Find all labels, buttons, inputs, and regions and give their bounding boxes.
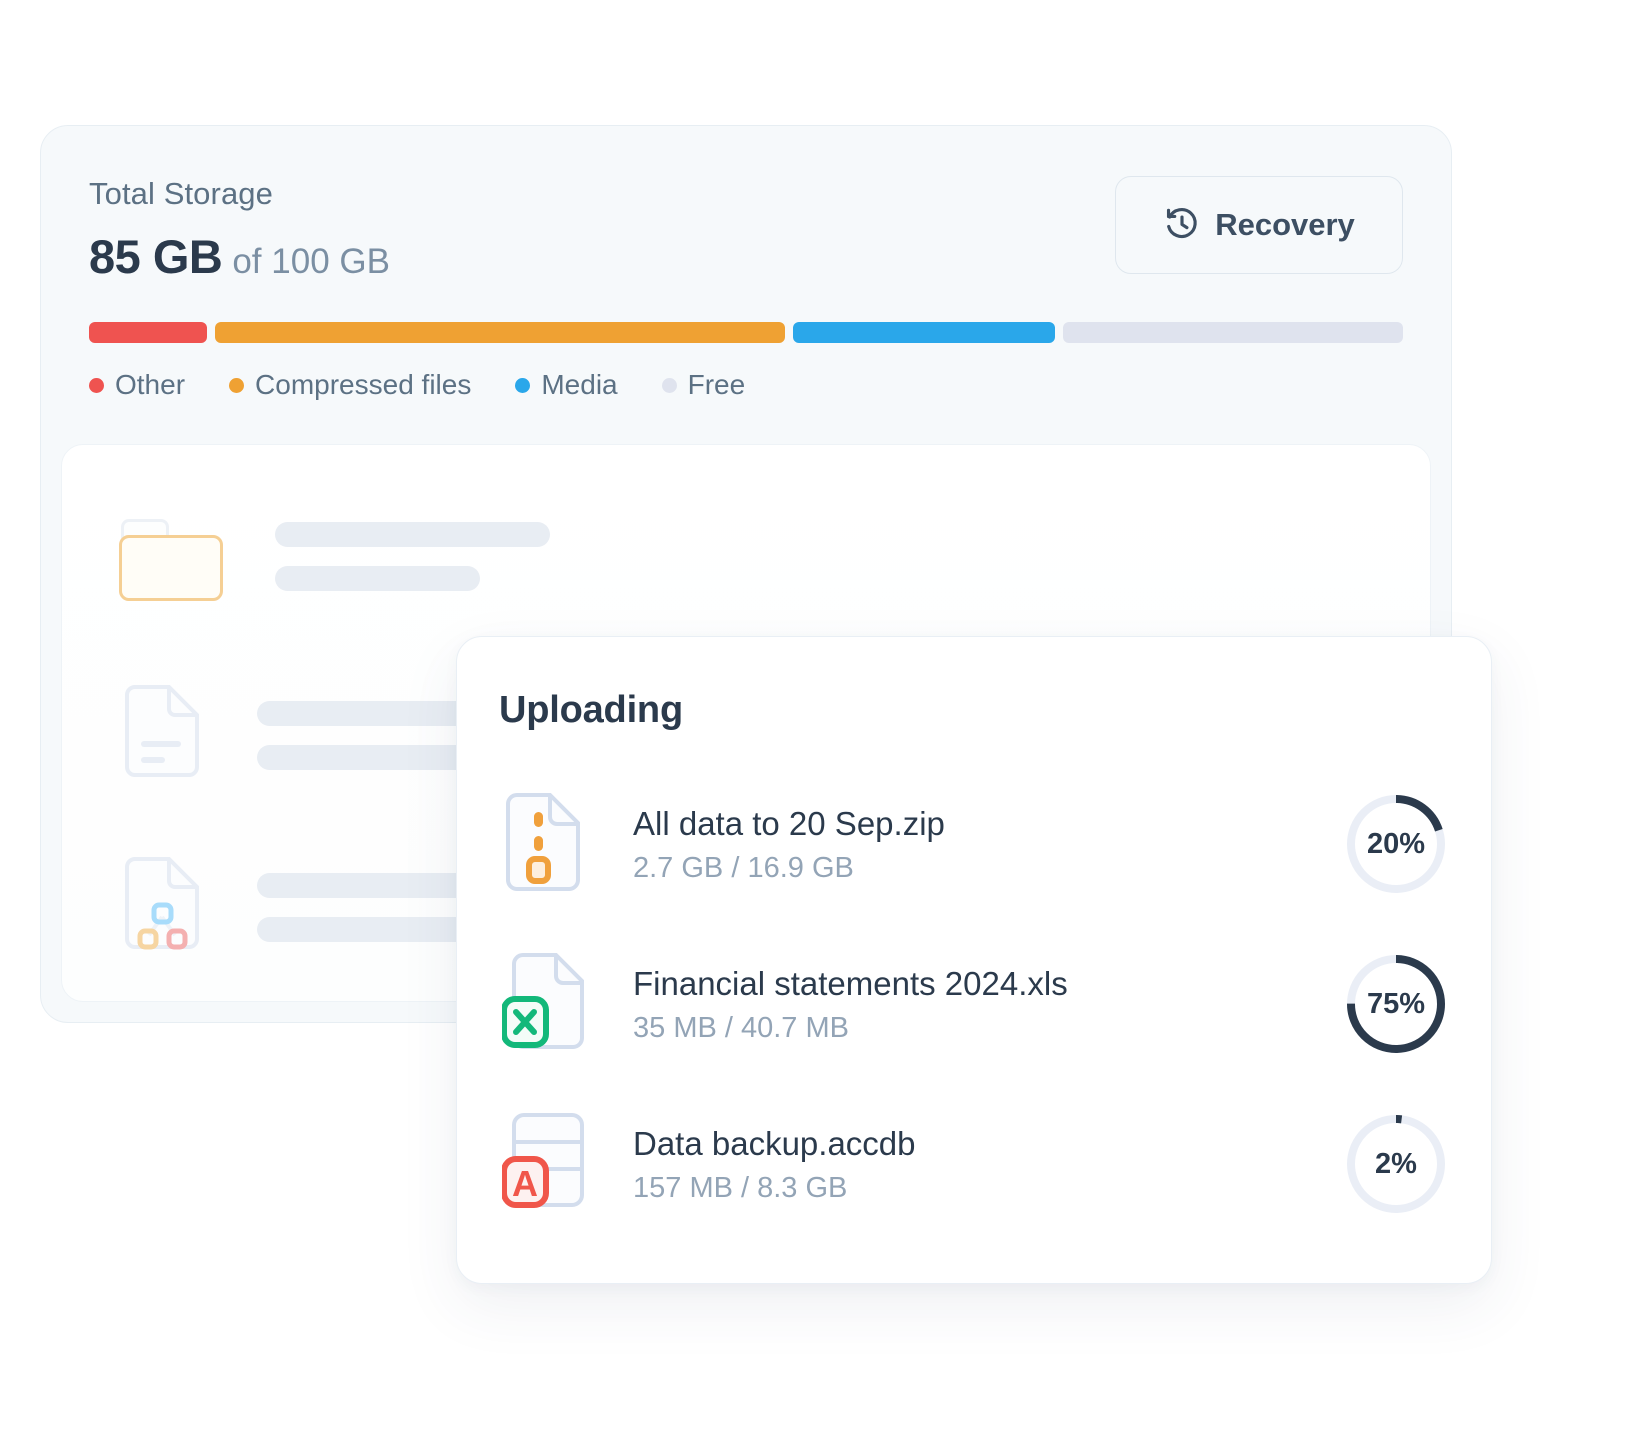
uploading-title: Uploading: [499, 689, 683, 731]
file-name: Data backup.accdb: [633, 1124, 916, 1162]
app-root: Total Storage 85 GB of 100 GB Recovery O…: [0, 0, 1644, 1452]
uploading-file-list: All data to 20 Sep.zip 2.7 GB / 16.9 GB 20…: [457, 764, 1491, 1244]
file-icon-container: [499, 952, 587, 1057]
file-meta: Financial statements 2024.xls 35 MB / 40.…: [633, 963, 1343, 1045]
usage-bar-segment: [1062, 322, 1403, 343]
file-name: All data to 20 Sep.zip: [633, 804, 945, 842]
storage-used-value: 85 GB: [89, 230, 223, 283]
legend-color-dot: [515, 377, 531, 393]
file-name: Financial statements 2024.xls: [633, 964, 1068, 1002]
storage-card-header: Total Storage 85 GB of 100 GB Recovery: [41, 126, 1451, 284]
placeholder-line: [275, 565, 480, 591]
text-document-icon: [119, 683, 205, 787]
progress-percent-label: 20%: [1366, 827, 1426, 860]
list-item[interactable]: [119, 683, 502, 787]
file-meta: Data backup.accdb 157 MB / 8.3 GB: [633, 1123, 1343, 1205]
legend-item: Media: [515, 369, 618, 401]
legend-item: Free: [661, 369, 746, 401]
list-item[interactable]: [119, 855, 507, 959]
legend-color-dot: [661, 377, 677, 393]
excel-file-icon: [501, 952, 584, 1057]
upload-file-row[interactable]: All data to 20 Sep.zip 2.7 GB / 16.9 GB 20…: [457, 764, 1491, 924]
upload-file-row[interactable]: A Data backup.accdb 157 MB / 8.3 GB 2%: [457, 1084, 1491, 1244]
storage-usage-bar: [89, 322, 1403, 343]
zip-file-icon: [502, 792, 584, 897]
legend-item: Other: [89, 369, 185, 401]
placeholder-line: [275, 521, 550, 547]
upload-file-row[interactable]: Financial statements 2024.xls 35 MB / 40.…: [457, 924, 1491, 1084]
placeholder-text-lines: [275, 521, 550, 591]
access-database-file-icon: A: [501, 1112, 584, 1217]
file-size: 2.7 GB / 16.9 GB: [633, 852, 854, 885]
file-icon-container: [499, 792, 587, 897]
uploading-panel: Uploading All data to 20 Sep.zip 2.7 GB /…: [456, 636, 1492, 1284]
recovery-button[interactable]: Recovery: [1115, 176, 1403, 274]
folder-icon: [119, 511, 223, 601]
legend-label: Compressed files: [255, 369, 472, 400]
structured-data-file-icon: [119, 855, 205, 959]
usage-bar-segment: [89, 322, 207, 343]
progress-percent-label: 75%: [1366, 987, 1426, 1020]
upload-progress-ring: 20%: [1343, 791, 1449, 897]
svg-text:A: A: [512, 1163, 538, 1204]
storage-total-value: of 100 GB: [232, 242, 390, 281]
storage-legend: Other Compressed files Media Free: [89, 369, 1403, 401]
file-meta: All data to 20 Sep.zip 2.7 GB / 16.9 GB: [633, 803, 1343, 885]
legend-label: Free: [687, 369, 746, 400]
usage-bar-segment: [214, 322, 785, 343]
progress-percent-label: 2%: [1375, 1147, 1417, 1180]
usage-bar-segment: [792, 322, 1055, 343]
file-size: 157 MB / 8.3 GB: [633, 1172, 848, 1205]
file-icon-container: A: [499, 1112, 587, 1217]
upload-progress-ring: 2%: [1343, 1111, 1449, 1217]
legend-label: Media: [541, 369, 618, 400]
history-restore-icon: [1163, 205, 1201, 246]
legend-color-dot: [89, 377, 104, 393]
legend-color-dot: [229, 377, 245, 393]
legend-label: Other: [115, 369, 186, 400]
placeholder-line: [257, 916, 487, 942]
recovery-button-label: Recovery: [1215, 207, 1355, 242]
list-item[interactable]: [119, 511, 550, 601]
file-size: 35 MB / 40.7 MB: [633, 1012, 849, 1045]
upload-progress-ring: 75%: [1343, 951, 1449, 1057]
legend-item: Compressed files: [229, 369, 471, 401]
